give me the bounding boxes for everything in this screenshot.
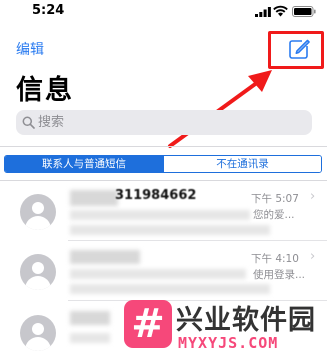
status-time: 5:24 xyxy=(32,3,65,18)
search-icon xyxy=(22,116,35,129)
message-time: 下午 5:07 xyxy=(251,193,299,205)
filter-segmented-control: 联系人与普通短信 不在通讯录 xyxy=(4,155,322,173)
redacted-preview xyxy=(70,225,270,235)
watermark-domain: MYXYJS.COM xyxy=(178,334,279,352)
avatar-icon xyxy=(20,194,56,230)
avatar-icon xyxy=(20,315,56,351)
message-preview: 使用登录... xyxy=(253,269,306,281)
list-item[interactable]: 311984662 下午 5:07 › 您的爱... xyxy=(0,181,327,241)
redacted-preview xyxy=(70,210,250,220)
segment-contacts-sms[interactable]: 联系人与普通短信 xyxy=(5,156,163,172)
redacted-preview xyxy=(70,284,270,294)
signal-icon xyxy=(255,7,271,17)
segment-unknown-senders[interactable]: 不在通讯录 xyxy=(163,156,321,172)
watermark: # 兴业软件园 MYXYJS.COM xyxy=(116,296,327,364)
redacted-preview xyxy=(70,333,110,343)
chevron-right-icon: › xyxy=(310,189,316,204)
message-time: 下午 4:10 xyxy=(251,253,299,265)
search-bar[interactable] xyxy=(16,110,312,135)
compose-highlight-box xyxy=(268,31,324,69)
watermark-text: 兴业软件园 xyxy=(176,305,316,336)
redacted-preview xyxy=(70,269,246,279)
redacted-sender xyxy=(70,190,118,206)
list-item[interactable]: 下午 4:10 › 使用登录... xyxy=(0,241,327,301)
page-title: 信息 xyxy=(16,75,74,106)
redacted-sender xyxy=(70,250,140,264)
avatar-icon xyxy=(20,254,56,290)
watermark-logo-icon: # xyxy=(124,300,172,348)
redacted-sender xyxy=(70,311,110,325)
divider xyxy=(0,146,327,147)
chevron-right-icon: › xyxy=(310,249,316,264)
sender-name: 311984662 xyxy=(115,188,197,203)
wifi-icon xyxy=(273,5,288,17)
status-bar: 5:24 xyxy=(0,0,327,22)
search-input[interactable] xyxy=(38,113,298,132)
edit-button[interactable]: 编辑 xyxy=(16,39,44,59)
battery-icon xyxy=(292,6,316,17)
message-preview: 您的爱... xyxy=(253,209,295,221)
